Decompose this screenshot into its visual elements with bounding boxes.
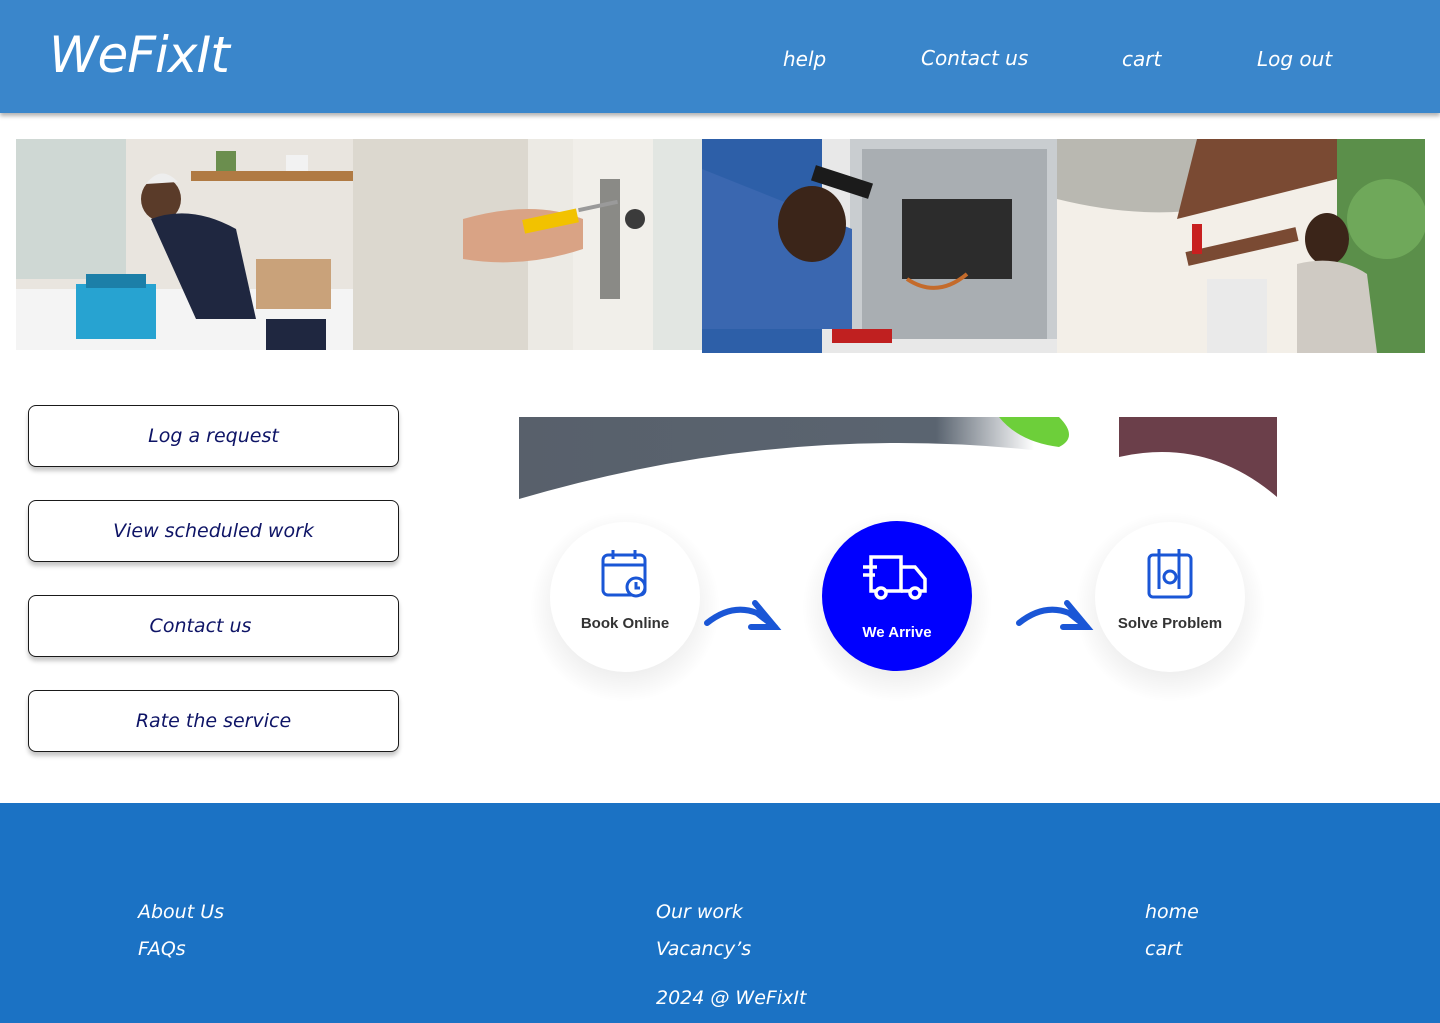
hero-photo-fridge-repair	[702, 139, 1057, 353]
site-header: WeFixIt help Contact us cart Log out	[0, 0, 1440, 113]
log-request-button[interactable]: Log a request	[28, 405, 399, 467]
contact-us-button[interactable]: Contact us	[28, 595, 399, 657]
nav-logout-link[interactable]: Log out	[1257, 47, 1332, 71]
hero-photo-plumber	[16, 139, 353, 350]
footer-home-link[interactable]: home	[1145, 901, 1199, 923]
site-footer: About Us FAQs Our work Vacancy’s home ca…	[0, 803, 1440, 1023]
hero-photo-ac-repair	[1057, 139, 1425, 353]
view-scheduled-work-button[interactable]: View scheduled work	[28, 500, 399, 562]
nav-contact-link[interactable]: Contact us	[921, 46, 1028, 70]
footer-our-work-link[interactable]: Our work	[656, 901, 743, 923]
rate-service-button[interactable]: Rate the service	[28, 690, 399, 752]
step-circle-active	[822, 521, 972, 671]
nav-help-link[interactable]: help	[783, 47, 826, 71]
site-logo[interactable]: WeFixIt	[49, 26, 230, 84]
step-solve-problem-label: Solve Problem	[1117, 615, 1223, 632]
process-graphic: Book Online We Arrive Solve Problem	[519, 417, 1277, 757]
footer-cart-link[interactable]: cart	[1145, 938, 1182, 960]
footer-about-link[interactable]: About Us	[138, 901, 224, 923]
hero-photo-locksmith	[353, 139, 702, 350]
step-we-arrive-label: We Arrive	[862, 624, 932, 641]
footer-faqs-link[interactable]: FAQs	[138, 938, 186, 960]
step-book-online-label: Book Online	[580, 615, 670, 632]
footer-copyright: 2024 @ WeFixIt	[656, 987, 807, 1009]
footer-vacancies-link[interactable]: Vacancy’s	[656, 938, 751, 960]
nav-cart-link[interactable]: cart	[1122, 47, 1161, 71]
